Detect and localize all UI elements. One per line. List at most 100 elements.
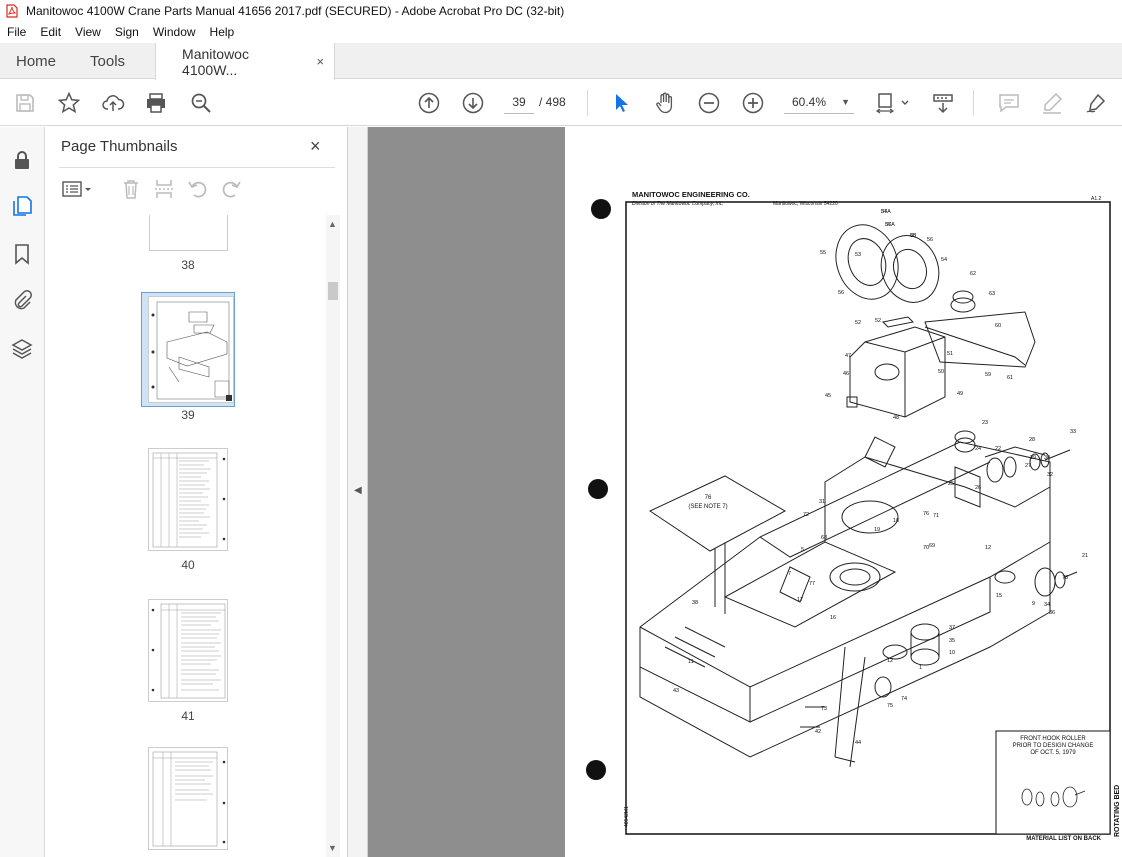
next-page-icon[interactable]: [461, 91, 485, 115]
part-callout: 30: [1044, 455, 1050, 461]
thumbnail-label: 41: [181, 709, 195, 723]
zoom-level-value: 60.4%: [792, 95, 827, 109]
rotate-left-icon[interactable]: [186, 177, 210, 201]
page-thumbnails-icon[interactable]: [11, 195, 33, 217]
toolbar-divider: [587, 90, 588, 116]
delete-icon[interactable]: [119, 177, 143, 201]
part-callout: 72: [803, 512, 809, 518]
part-callout: 77: [809, 581, 815, 587]
page-thumbnails-panel: Page Thumbnails × 38 39 40 41 ▲ ▼: [46, 127, 348, 857]
inset-title-line3: OF OCT. 5, 1979: [1030, 750, 1076, 756]
previous-page-icon[interactable]: [417, 91, 441, 115]
document-viewport[interactable]: MANITOWOC ENGINEERING CO. Division of Th…: [368, 127, 1122, 857]
part-callout: 7: [788, 571, 791, 577]
save-icon[interactable]: [13, 91, 37, 115]
part-callout: 12: [887, 658, 893, 664]
part-callout: 29: [1030, 455, 1036, 461]
part-callout: 17: [797, 597, 803, 603]
page-total: / 498: [539, 95, 566, 109]
part-callout: 16: [830, 615, 836, 621]
part-callout: 48: [893, 415, 899, 421]
lock-icon[interactable]: [11, 149, 33, 171]
part-callout: 44: [855, 740, 861, 746]
select-cursor-icon[interactable]: [609, 91, 633, 115]
menu-help[interactable]: Help: [210, 25, 235, 39]
scrollbar-thumb[interactable]: [328, 282, 338, 300]
layers-icon[interactable]: [11, 337, 33, 359]
panel-collapse-handle[interactable]: ◀: [348, 127, 368, 857]
menu-file[interactable]: File: [7, 25, 26, 39]
toolbar-divider: [973, 90, 974, 116]
part-callout: 75: [887, 703, 893, 709]
part-callout: 19: [874, 527, 880, 533]
zoom-level-select[interactable]: 60.4% ▼: [784, 90, 854, 114]
part-callout: 28: [1029, 437, 1035, 443]
side-label: ROTATING BED: [1114, 785, 1121, 837]
part-callout: 37A: [881, 209, 891, 215]
part-callout: 35: [910, 233, 916, 239]
zoom-out-icon[interactable]: [697, 91, 721, 115]
window-title: Manitowoc 4100W Crane Parts Manual 41656…: [26, 4, 565, 18]
part-callout: 63: [989, 291, 995, 297]
inset-title-line1: FRONT HOOK ROLLER: [1020, 736, 1086, 742]
main-toolbar: 39 / 498 60.4% ▼: [0, 80, 1122, 126]
thumbnail-tools: [59, 175, 335, 203]
part-callout: 24: [975, 446, 981, 452]
part-callout: 47: [845, 353, 851, 359]
page-number-input[interactable]: 39: [504, 90, 534, 114]
zoom-in-icon[interactable]: [741, 91, 765, 115]
upload-cloud-icon[interactable]: [101, 91, 125, 115]
part-callout: 74: [901, 696, 907, 702]
thumbnail-page[interactable]: [148, 747, 228, 850]
sign-pen-icon[interactable]: [1084, 91, 1108, 115]
star-icon[interactable]: [57, 91, 81, 115]
rotate-right-icon[interactable]: [219, 177, 243, 201]
scroll-mode-icon[interactable]: [931, 91, 955, 115]
part-callout: 27: [1025, 463, 1031, 469]
part-callout: 56: [838, 290, 844, 296]
panel-title: Page Thumbnails: [61, 138, 178, 155]
insert-page-icon[interactable]: [152, 177, 176, 201]
part-callout: 37: [949, 625, 955, 631]
thumbnail-scrollbar[interactable]: ▲ ▼: [326, 215, 340, 857]
menu-window[interactable]: Window: [153, 25, 196, 39]
part-callout: 18: [893, 518, 899, 524]
thumbnail-label: 39: [181, 408, 195, 422]
comment-icon[interactable]: [997, 91, 1021, 115]
zoom-search-icon[interactable]: [189, 91, 213, 115]
menu-sign[interactable]: Sign: [115, 25, 139, 39]
thumbnail-page[interactable]: [148, 599, 228, 702]
close-icon[interactable]: ×: [310, 136, 321, 157]
thumbnail-label: 40: [181, 558, 195, 572]
thumbnail-page[interactable]: [149, 215, 228, 251]
part-callout: 43: [673, 688, 679, 694]
part-callout: 55: [820, 250, 826, 256]
company-division: Division of The Manitowoc Company, Inc.: [632, 201, 724, 207]
highlight-pen-icon[interactable]: [1040, 91, 1064, 115]
scroll-down-icon[interactable]: ▼: [328, 843, 337, 853]
attachment-paperclip-icon[interactable]: [11, 289, 33, 311]
options-menu-icon[interactable]: [61, 177, 95, 201]
inset-title-line2: PRIOR TO DESIGN CHANGE: [1013, 743, 1094, 749]
scroll-up-icon[interactable]: ▲: [328, 219, 337, 229]
menu-edit[interactable]: Edit: [40, 25, 61, 39]
menu-view[interactable]: View: [75, 25, 101, 39]
print-icon[interactable]: [144, 91, 168, 115]
thumbnail-list: 38 39 40 41: [46, 215, 326, 857]
tab-close-button[interactable]: ×: [316, 54, 324, 69]
collapse-arrow-icon: ◀: [354, 485, 362, 496]
thumbnail-page[interactable]: [148, 448, 228, 551]
tab-home[interactable]: Home: [0, 43, 72, 79]
part-callout: 62: [970, 271, 976, 277]
part-callout: 60: [995, 323, 1001, 329]
thumbnail-page[interactable]: [148, 296, 234, 403]
page-fit-icon[interactable]: [875, 91, 913, 115]
tab-tools[interactable]: Tools: [72, 43, 141, 79]
hand-tool-icon[interactable]: [653, 91, 677, 115]
part-callout: 36A: [885, 222, 895, 228]
tab-document[interactable]: Manitowoc 4100W... ×: [155, 43, 336, 80]
tab-document-label: Manitowoc 4100W...: [182, 45, 249, 78]
part-callout: 21: [1082, 553, 1088, 559]
bookmark-icon[interactable]: [11, 243, 33, 265]
tab-bar: Home Tools Manitowoc 4100W... ×: [0, 43, 1122, 80]
